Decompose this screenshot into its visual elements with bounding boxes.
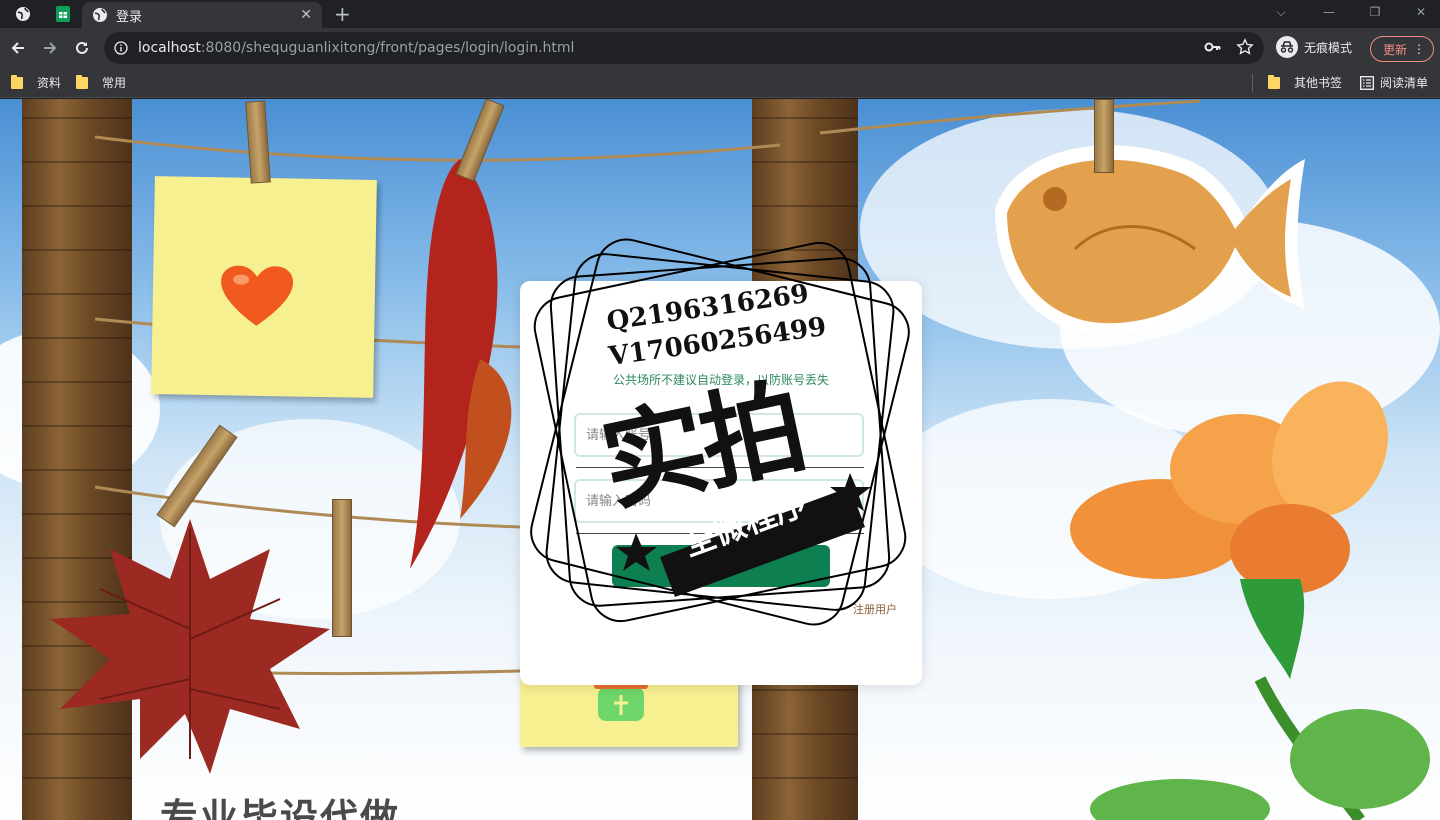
restore-icon[interactable]: ❐ <box>1352 0 1398 24</box>
orange-flower-illustration <box>1070 381 1430 820</box>
star-icon[interactable] <box>1236 38 1254 56</box>
tab-pinned-globe[interactable] <box>8 3 38 25</box>
username-input[interactable] <box>586 427 852 443</box>
address-bar[interactable]: localhost :8080/shequguanlixitong/front/… <box>104 32 1264 64</box>
password-input[interactable] <box>586 493 852 509</box>
reading-list-button[interactable]: 阅读清单 <box>1360 74 1428 91</box>
page-viewport: 专业毕设代做 公共场所不建议自动登录，以防账号丢失 登录 注册用户 Q21963… <box>0 99 1440 820</box>
heart-icon <box>221 265 294 326</box>
sticky-note <box>151 176 377 398</box>
background-headline: 专业毕设代做 <box>160 796 401 820</box>
incognito-label: 无痕模式 <box>1304 40 1353 55</box>
incognito-indicator[interactable]: 无痕模式 <box>1276 36 1352 58</box>
new-tab-button[interactable]: + <box>334 2 351 26</box>
url-host: localhost <box>138 40 201 56</box>
info-icon[interactable] <box>114 41 128 55</box>
tab-strip: 登录 ✕ + ⌵ — ❐ ✕ <box>0 0 1440 28</box>
minimize-icon[interactable]: — <box>1306 0 1352 24</box>
url-path: :8080/shequguanlixitong/front/pages/logi… <box>200 40 575 56</box>
bookmark-label: 阅读清单 <box>1380 76 1429 90</box>
login-button[interactable]: 登录 <box>612 545 830 587</box>
bookmark-label: 资料 <box>37 76 62 90</box>
bookmark-divider <box>1252 74 1253 92</box>
folder-icon <box>76 74 88 89</box>
tab-login[interactable]: 登录 ✕ <box>82 2 322 28</box>
browser-toolbar: localhost :8080/shequguanlixitong/front/… <box>0 28 1440 68</box>
forward-button[interactable] <box>38 36 62 60</box>
globe-icon <box>93 8 107 22</box>
field-divider <box>576 467 864 468</box>
login-card: 公共场所不建议自动登录，以防账号丢失 登录 注册用户 <box>520 281 922 685</box>
reading-list-icon <box>1360 75 1374 90</box>
more-vert-icon: ⋮ <box>1413 42 1425 56</box>
register-link[interactable]: 注册用户 <box>853 601 897 617</box>
password-field[interactable] <box>574 479 864 523</box>
bookmark-label: 其他书签 <box>1294 76 1343 90</box>
maple-leaf-illustration <box>50 519 330 774</box>
update-button[interactable]: 更新 ⋮ <box>1370 36 1434 62</box>
close-icon[interactable]: ✕ <box>300 7 312 23</box>
login-button-label: 登录 <box>707 559 734 575</box>
bookmarks-bar: 资料 常用 其他书签 阅读清单 <box>0 68 1440 98</box>
window-close-icon[interactable]: ✕ <box>1398 0 1440 24</box>
tab-search-icon[interactable]: ⌵ <box>1258 0 1304 24</box>
tab-pinned-sheets[interactable] <box>48 3 78 25</box>
gift-icon <box>594 681 648 721</box>
field-divider <box>576 533 864 534</box>
bookmark-folder-0[interactable]: 资料 <box>11 74 61 91</box>
globe-icon <box>16 7 30 21</box>
bookmark-folder-1[interactable]: 常用 <box>76 74 126 91</box>
reload-icon <box>76 41 88 54</box>
fish-cookie-illustration <box>995 145 1305 335</box>
bookmark-label: 常用 <box>102 76 127 90</box>
tab-title: 登录 <box>116 9 143 25</box>
arrow-right-icon <box>44 42 57 54</box>
folder-icon <box>1268 74 1280 89</box>
clothespin <box>1094 99 1114 173</box>
clothespin <box>332 499 352 637</box>
login-hint: 公共场所不建议自动登录，以防账号丢失 <box>612 373 829 387</box>
key-icon[interactable] <box>1204 38 1222 56</box>
sheets-icon <box>56 6 70 22</box>
username-field[interactable] <box>574 413 864 457</box>
folder-icon <box>11 74 23 89</box>
incognito-icon <box>1276 36 1298 58</box>
update-label: 更新 <box>1383 42 1408 57</box>
arrow-left-icon <box>11 42 24 54</box>
bookmark-folder-other[interactable]: 其他书签 <box>1268 74 1342 91</box>
back-button[interactable] <box>6 36 30 60</box>
reload-button[interactable] <box>70 36 94 60</box>
